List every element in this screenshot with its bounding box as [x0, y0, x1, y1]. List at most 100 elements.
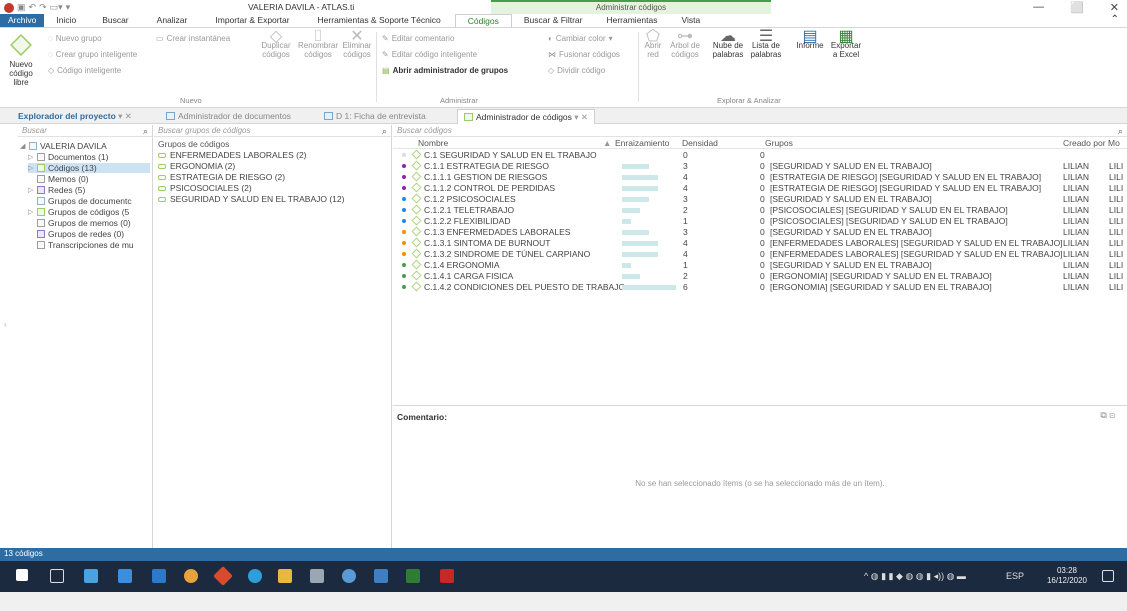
- group-item[interactable]: SEGURIDAD Y SALUD EN EL TRABAJO (12): [158, 194, 344, 204]
- dropbox-icon[interactable]: [84, 569, 98, 583]
- tree-item-grupos-codigos[interactable]: ▷ Grupos de códigos (5: [28, 207, 129, 217]
- tab-buscar-filtrar[interactable]: Buscar & Filtrar: [512, 14, 595, 27]
- tab-herramientas-soporte[interactable]: Herramientas & Soporte Técnico: [304, 14, 455, 27]
- tab-inicio[interactable]: Inicio: [44, 14, 88, 27]
- nube-palabras-button[interactable]: ☁ Nube de palabras: [710, 29, 746, 60]
- column-densidad[interactable]: Densidad: [682, 138, 718, 148]
- minimize-button[interactable]: —: [1033, 1, 1044, 14]
- tree-item-redes[interactable]: ▷ Redes (5): [28, 185, 85, 195]
- nuevo-codigo-button[interactable]: Nuevo código libre: [2, 32, 40, 87]
- column-nombre[interactable]: Nombre: [418, 138, 448, 148]
- table-row[interactable]: C.1.1 ESTRATEGIA DE RIESGO 3 0 [SEGURIDAD Y…: [393, 160, 1127, 172]
- lista-palabras-button[interactable]: ☰ Lista de palabras: [748, 29, 784, 60]
- expand-arrow-icon[interactable]: ▷: [28, 153, 34, 161]
- close-tab-icon[interactable]: ▾ ✕: [574, 112, 588, 122]
- groups-search[interactable]: Buscar grupos de códigos ⌕: [154, 125, 391, 137]
- abrir-red-button[interactable]: ⬠ Abrir red: [641, 29, 665, 60]
- editar-codigo-inteligente-button[interactable]: ✎ Editar código inteligente: [382, 50, 477, 59]
- crear-grupo-inteligente-button[interactable]: ◌ Crear grupo inteligente: [48, 50, 137, 59]
- tree-item-grupos-redes[interactable]: Grupos de redes (0): [28, 229, 124, 239]
- tab-analizar[interactable]: Analizar: [143, 14, 202, 27]
- tab-codigos[interactable]: Códigos: [454, 14, 512, 27]
- redo-icon[interactable]: ↷: [39, 2, 47, 13]
- table-row[interactable]: C.1.4 ERGONOMIA 1 0 [SEGURIDAD Y SALUD EN E…: [393, 259, 1127, 271]
- group-item[interactable]: ERGONOMIA (2): [158, 161, 235, 171]
- tab-buscar[interactable]: Buscar: [88, 14, 142, 27]
- collapse-left-icon[interactable]: ‹: [4, 320, 7, 329]
- close-button[interactable]: ✕: [1110, 1, 1119, 14]
- dividir-button[interactable]: ◇ Dividir código: [548, 66, 605, 75]
- tab-explorador[interactable]: Explorador del proyecto ▾ ✕: [12, 109, 138, 124]
- explorer-icon[interactable]: [278, 569, 292, 583]
- editar-comentario-button[interactable]: ✎ Editar comentario: [382, 34, 454, 43]
- expand-arrow-icon[interactable]: ▷: [28, 186, 34, 194]
- eliminar-button[interactable]: ✕ Eliminar códigos: [340, 29, 374, 60]
- expand-arrow-icon[interactable]: ▷: [28, 164, 34, 172]
- search-icon[interactable]: ⌕: [1118, 125, 1123, 137]
- maximize-button[interactable]: ⬜: [1070, 1, 1084, 14]
- fusionar-button[interactable]: ⋈ Fusionar códigos: [548, 50, 620, 59]
- crear-instantanea-button[interactable]: ▭ Crear instantánea: [156, 34, 230, 43]
- app-icon[interactable]: [374, 569, 388, 583]
- onedrive-icon[interactable]: [118, 569, 132, 583]
- group-item[interactable]: PSICOSOCIALES (2): [158, 183, 252, 193]
- tree-item-project[interactable]: ◢ VALERIA DAVILA: [20, 141, 107, 151]
- column-mo[interactable]: Mo: [1108, 138, 1120, 148]
- clock[interactable]: 03:28 16/12/2020: [1047, 566, 1087, 586]
- expand-arrow-icon[interactable]: ▷: [28, 208, 34, 216]
- tab-admin-codigos[interactable]: Administrador de códigos ▾ ✕: [457, 109, 596, 124]
- tree-item-codigos[interactable]: ▷ Códigos (13): [28, 163, 150, 173]
- mail-icon[interactable]: [152, 569, 166, 583]
- undo-icon[interactable]: ↶: [29, 2, 37, 13]
- pin-icon[interactable]: ▾ ✕: [118, 111, 132, 121]
- tree-item-memos[interactable]: Memos (0): [28, 174, 89, 184]
- renombrar-button[interactable]: ⌷ Renombrar códigos: [298, 29, 338, 60]
- excel-icon[interactable]: [406, 569, 420, 583]
- tree-item-grupos-memos[interactable]: Grupos de memos (0): [28, 218, 131, 228]
- table-row[interactable]: C.1.3.2 SINDROME DE TÚNEL CARPIANO 4 0 [ENF…: [393, 248, 1127, 260]
- search-icon[interactable]: ⌕: [382, 125, 387, 137]
- edit-comment-icon[interactable]: ⧉: [1100, 410, 1106, 420]
- expand-comment-icon[interactable]: ⊡: [1109, 410, 1115, 420]
- table-row[interactable]: C.1.1.1 GESTION DE RIESGOS 4 0 [ESTRATEGIA …: [393, 171, 1127, 183]
- column-creado-por[interactable]: Creado por: [1063, 138, 1106, 148]
- explorer-search[interactable]: Buscar ⌕: [18, 125, 152, 137]
- chrome-icon[interactable]: [184, 569, 198, 583]
- save-icon[interactable]: ▣: [17, 2, 26, 13]
- nuevo-grupo-button[interactable]: ◌ Nuevo grupo: [48, 34, 102, 43]
- table-row[interactable]: C.1.2.2 FLEXIBILIDAD 1 0 [PSICOSOCIALES] [S…: [393, 215, 1127, 227]
- group-item[interactable]: ESTRATEGIA DE RIESGO (2): [158, 172, 285, 182]
- tab-ficha-entrevista[interactable]: D 1: Ficha de entrevista: [318, 109, 432, 124]
- task-view-icon[interactable]: [50, 569, 64, 583]
- comment-divider[interactable]: [393, 405, 1127, 406]
- table-row[interactable]: C.1.1.2 CONTROL DE PERDIDAS 4 0 [ESTRATEGIA…: [393, 182, 1127, 194]
- column-enraizamiento[interactable]: Enraizamiento: [615, 138, 669, 148]
- window-menu-icon[interactable]: ▭▾: [50, 2, 63, 13]
- arbol-codigos-button[interactable]: ⊶ Árbol de códigos: [666, 29, 704, 60]
- edge-icon[interactable]: [248, 569, 262, 583]
- table-row[interactable]: C.1.2 PSICOSOCIALES 3 0 [SEGURIDAD Y SALUD …: [393, 193, 1127, 205]
- codigo-inteligente-button[interactable]: ◇ Código inteligente: [48, 66, 121, 75]
- table-row[interactable]: C.1.3 ENFERMEDADES LABORALES 3 0 [SEGURIDAD…: [393, 226, 1127, 238]
- atlas-ti-icon[interactable]: [440, 569, 454, 583]
- codes-search[interactable]: Buscar códigos ⌕: [393, 125, 1127, 137]
- table-row[interactable]: C.1.2.1 TELETRABAJO 2 0 [PSICOSOCIALES] [SE…: [393, 204, 1127, 216]
- start-icon[interactable]: [16, 569, 28, 581]
- cambiar-color-button[interactable]: ◐ Cambiar color ▾: [548, 34, 613, 43]
- chrome-icon[interactable]: [342, 569, 356, 583]
- tree-item-grupos-documentos[interactable]: Grupos de documentc: [28, 196, 132, 206]
- tab-archivo[interactable]: Archivo: [0, 14, 45, 27]
- tab-herramientas[interactable]: Herramientas: [594, 14, 669, 27]
- tree-item-transcripciones[interactable]: Transcripciones de mu: [28, 240, 134, 250]
- input-language[interactable]: ESP: [1006, 571, 1024, 581]
- duplicar-button[interactable]: ◇ Duplicar códigos: [258, 29, 294, 60]
- column-grupos[interactable]: Grupos: [765, 138, 793, 148]
- exportar-excel-button[interactable]: ▦ Exportar a Excel: [828, 29, 864, 60]
- table-row[interactable]: C.1.3.1 SINTOMA DE BURNOUT 4 0 [ENFERMEDADE…: [393, 237, 1127, 249]
- table-row[interactable]: C.1.4.2 CONDICIONES DEL PUESTO DE TRABAJ…: [393, 281, 1127, 293]
- notification-icon[interactable]: [1102, 570, 1114, 582]
- tab-importar-exportar[interactable]: Importar & Exportar: [201, 14, 303, 27]
- app-icon[interactable]: [213, 566, 233, 586]
- app-icon[interactable]: [310, 569, 324, 583]
- expand-arrow-icon[interactable]: ◢: [20, 142, 26, 150]
